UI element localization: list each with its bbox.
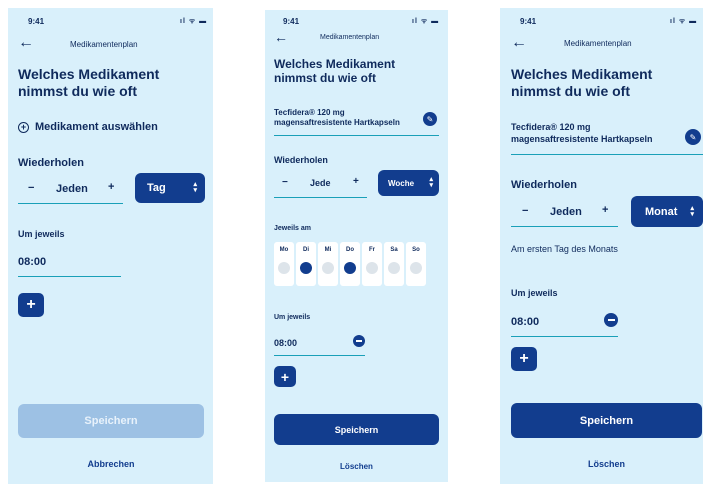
status-time: 9:41 [28,17,45,26]
cancel-link[interactable]: Abbrechen [18,459,204,469]
delete-link[interactable]: Löschen [274,462,439,471]
interval-select-value: Woche [388,178,415,188]
weekday-unselected-indicator [410,262,422,274]
weekday-label: Mo [279,247,289,253]
weekday-fr[interactable]: Fr [362,242,382,286]
page-heading: Welches Medikament nimmst du wie oft [18,66,160,99]
repeat-label: Wiederholen [511,179,577,191]
interval-select[interactable]: Woche ▴ ▾ [378,170,439,196]
weekday-label: Do [346,247,354,253]
stepper-value: Jeden [550,206,582,218]
interval-select[interactable]: Tag ▴ ▾ [135,173,205,203]
weekday-selected-indicator [344,262,356,274]
updown-chevron-icon: ▴ ▾ [429,176,433,189]
time-underline [274,355,365,356]
weekday-di[interactable]: Di [296,242,316,286]
weekday-selected-indicator [300,262,312,274]
stepper-minus-button[interactable]: − [522,205,528,217]
interval-select-value: Monat [645,205,678,218]
select-medication-link[interactable]: + Medikament auswählen [18,121,158,133]
weekday-label: Fr [369,247,375,253]
stepper-underline [274,197,367,198]
back-arrow-icon[interactable]: ← [511,35,527,51]
save-button[interactable]: Speichern [18,404,204,438]
remove-time-icon[interactable] [604,313,618,327]
weekday-unselected-indicator [278,262,290,274]
updown-chevron-icon: ▴ ▾ [690,204,694,218]
screen-monthly: 9:41 ıl ᯤ ▬ ← Medikamentenplan Welches M… [500,8,703,484]
medication-underline [511,154,703,155]
stepper-value: Jeden [56,183,88,195]
nav-title: Medikamentenplan [320,34,380,41]
add-time-button[interactable]: + [511,347,537,371]
at-time-label: Um jeweils [511,288,558,298]
weekday-unselected-indicator [322,262,334,274]
time-field[interactable]: 08:00 [511,316,539,328]
weekday-mi[interactable]: Mi [318,242,338,286]
weekday-selector: Mo Di Mi Do Fr Sa So [274,242,426,286]
interval-select[interactable]: Monat ▴ ▾ [631,196,703,227]
weekday-unselected-indicator [388,262,400,274]
stepper-value: Jede [310,178,331,188]
stepper-minus-button[interactable]: − [28,182,34,194]
medication-name: Tecfidera® 120 mg magensaftresistente Ha… [274,108,400,128]
weekday-label: So [412,247,420,253]
delete-link[interactable]: Löschen [511,459,702,469]
select-medication-label: Medikament auswählen [35,121,158,133]
status-icons: ıl ᯤ ▬ [180,18,208,25]
medication-name: Tecfidera® 120 mg magensaftresistente Ha… [511,122,653,144]
weekday-mo[interactable]: Mo [274,242,294,286]
edit-pencil-icon[interactable]: ✎ [423,112,437,126]
screen-weekly: 9:41 ıl ᯤ ▬ ← Medikamentenplan Welches M… [265,10,448,482]
weekday-label: Di [303,247,309,253]
time-underline [18,276,121,277]
weekday-do[interactable]: Do [340,242,360,286]
nav-title: Medikamentenplan [564,39,632,48]
month-note: Am ersten Tag des Monats [511,244,618,254]
stepper-plus-button[interactable]: + [602,204,608,216]
time-field[interactable]: 08:00 [274,338,297,348]
repeat-label: Wiederholen [18,157,84,169]
add-time-button[interactable]: + [18,293,44,317]
add-circle-icon: + [18,121,29,133]
weekday-label: Mi [324,247,332,253]
status-time: 9:41 [520,17,537,26]
weekday-label: Sa [390,247,398,253]
weekday-unselected-indicator [366,262,378,274]
back-arrow-icon[interactable]: ← [274,30,288,44]
at-time-label: Um jeweils [274,314,311,321]
save-button[interactable]: Speichern [274,414,439,445]
time-field[interactable]: 08:00 [18,256,46,268]
repeat-label: Wiederholen [274,155,328,165]
stepper-minus-button[interactable]: − [282,177,288,188]
status-icons: ıl ᯤ ▬ [412,18,440,25]
status-icons: ıl ᯤ ▬ [670,18,698,25]
page-heading: Welches Medikament nimmst du wie oft [274,57,396,86]
back-arrow-icon[interactable]: ← [18,35,34,51]
weekday-so[interactable]: So [406,242,426,286]
days-label: Jeweils am [274,225,311,232]
medication-underline [274,135,439,136]
page-heading: Welches Medikament nimmst du wie oft [511,66,653,99]
add-time-button[interactable]: + [274,366,296,387]
time-underline [511,336,618,337]
edit-pencil-icon[interactable]: ✎ [685,129,701,145]
remove-time-icon[interactable] [353,335,365,347]
save-button[interactable]: Speichern [511,403,702,438]
stepper-plus-button[interactable]: + [108,181,114,193]
screen-daily: 9:41 ıl ᯤ ▬ ← Medikamentenplan Welches M… [8,8,213,484]
stepper-underline [18,203,123,204]
nav-title: Medikamentenplan [70,40,138,49]
at-time-label: Um jeweils [18,229,65,239]
stepper-plus-button[interactable]: + [353,176,359,187]
interval-select-value: Tag [147,182,166,194]
stepper-underline [511,226,618,227]
status-time: 9:41 [283,17,300,26]
weekday-sa[interactable]: Sa [384,242,404,286]
updown-chevron-icon: ▴ ▾ [193,181,197,194]
